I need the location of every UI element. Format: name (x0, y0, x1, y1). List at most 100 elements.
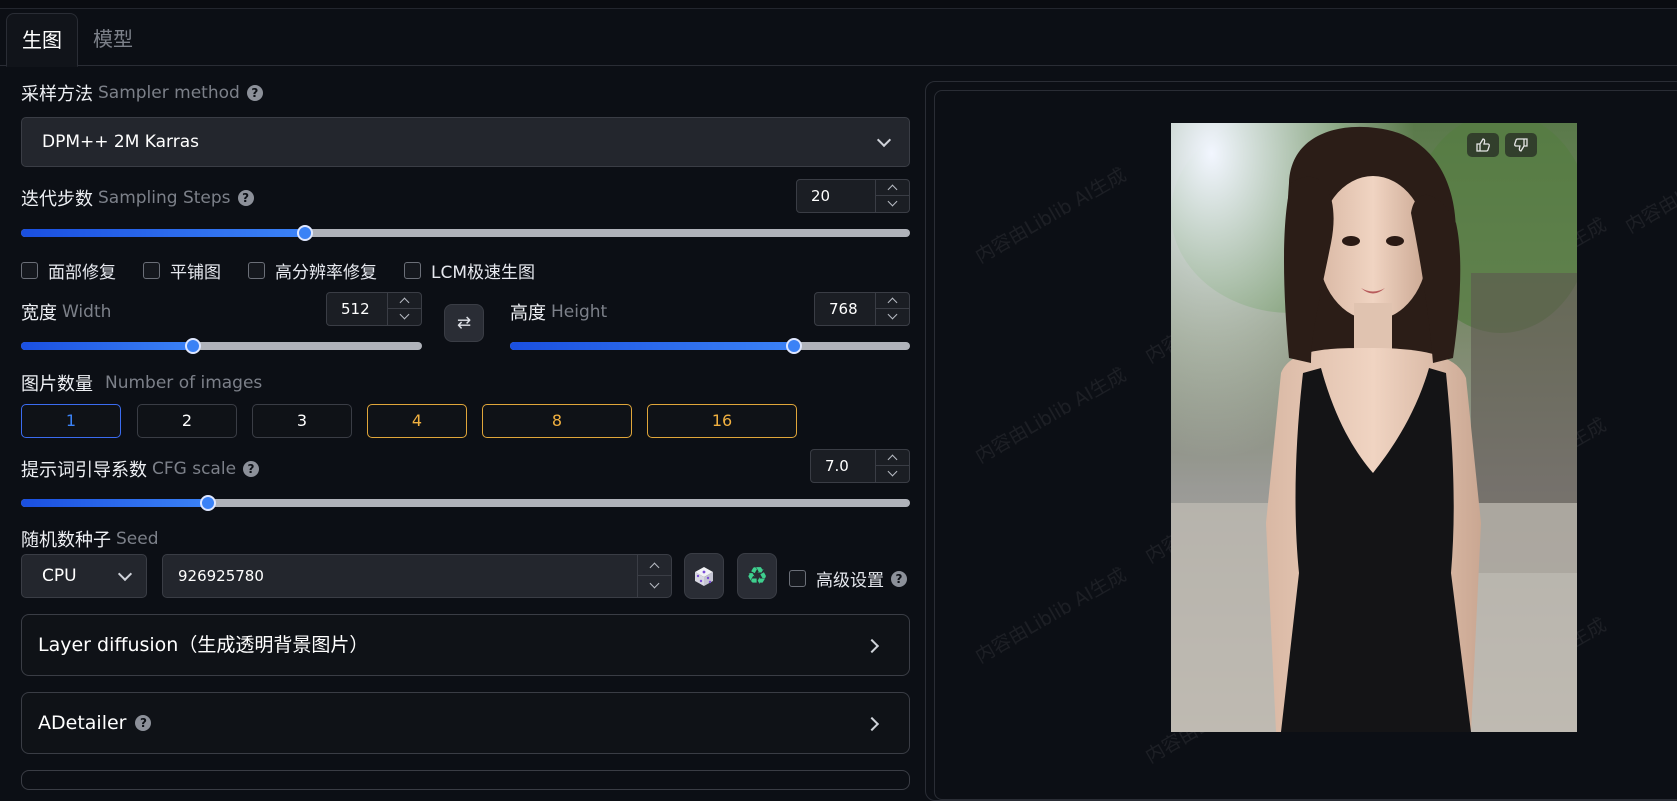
chevron-down-icon (887, 196, 898, 207)
device-value: CPU (42, 566, 77, 586)
decrement-button[interactable] (876, 309, 909, 325)
checkbox[interactable] (789, 570, 806, 587)
toggle-label: LCM极速生图 (431, 263, 536, 283)
slider-thumb[interactable] (786, 338, 802, 354)
decrement-button[interactable] (638, 576, 671, 597)
increment-button[interactable] (876, 293, 909, 309)
decrement-button[interactable] (388, 309, 421, 325)
slider-fill (510, 342, 794, 350)
top-bar (0, 0, 1677, 9)
tab-model[interactable]: 模型 (78, 13, 148, 66)
width-input[interactable]: 512 (326, 292, 422, 326)
tab-generate[interactable]: 生图 (6, 13, 78, 67)
help-icon[interactable]: ? (891, 570, 907, 587)
width-label-en: Width (62, 302, 112, 322)
like-button[interactable] (1467, 133, 1499, 157)
cfg-input[interactable]: 7.0 (810, 449, 910, 483)
steps-label: 迭代步数 Sampling Steps ? (21, 185, 254, 211)
steps-label-en: Sampling Steps (98, 188, 231, 208)
num-images-label-en: Number of images (105, 373, 263, 393)
watermark: 内容由Liblib AI生成 (1621, 134, 1677, 238)
height-input[interactable]: 768 (814, 292, 910, 326)
num-images-label: 图片数量 Number of images (21, 370, 262, 396)
thumbs-down-icon (1514, 138, 1528, 152)
random-seed-button[interactable] (684, 553, 724, 599)
seed-device-select[interactable]: CPU (21, 554, 147, 598)
steps-slider[interactable] (21, 225, 910, 241)
cfg-slider[interactable] (21, 495, 910, 511)
swap-arrows-icon: ⇄ (456, 313, 472, 333)
chevron-right-icon (864, 638, 880, 654)
options-row: 面部修复 平铺图 高分辨率修复 LCM极速生图 (21, 258, 562, 283)
chevron-down-icon (649, 578, 660, 589)
decrement-button[interactable] (876, 466, 909, 482)
toggle-label: 平铺图 (170, 263, 221, 283)
width-slider[interactable] (21, 338, 422, 354)
steps-stepper (875, 180, 909, 212)
seed-label: 随机数种子 Seed (21, 526, 159, 552)
generated-image[interactable] (1171, 123, 1577, 732)
swap-dimensions-button[interactable]: ⇄ (444, 304, 484, 342)
checkbox[interactable] (404, 262, 421, 279)
section-title: Layer diffusion（生成透明背景图片） (38, 634, 369, 656)
height-stepper (875, 293, 909, 325)
sampler-label-en: Sampler method (98, 83, 240, 103)
layer-diffusion-section[interactable]: Layer diffusion（生成透明背景图片） (21, 614, 910, 676)
sampler-value: DPM++ 2M Karras (42, 132, 200, 152)
advanced-settings-toggle[interactable]: 高级设置 ? (789, 566, 907, 591)
steps-input[interactable]: 20 (796, 179, 910, 213)
increment-button[interactable] (638, 555, 671, 576)
num-images-option[interactable]: 3 (252, 404, 352, 438)
seed-value: 926925780 (178, 567, 264, 585)
steps-label-zh: 迭代步数 (21, 189, 93, 210)
watermark: 内容由Liblib AI生成 (971, 363, 1131, 468)
num-images-option[interactable]: 1 (21, 404, 121, 438)
slider-thumb[interactable] (185, 338, 202, 354)
seed-stepper (637, 555, 671, 597)
section-title: ADetailer (38, 712, 127, 734)
increment-button[interactable] (876, 450, 909, 466)
checkbox[interactable] (143, 262, 160, 279)
face-restore-toggle[interactable]: 面部修复 (21, 258, 116, 283)
slider-thumb[interactable] (297, 225, 314, 241)
slider-fill (21, 499, 208, 507)
next-section-edge (21, 770, 910, 790)
num-images-option[interactable]: 8 (482, 404, 632, 438)
slider-fill (21, 342, 194, 350)
height-slider[interactable] (510, 338, 910, 354)
chevron-down-icon (887, 309, 898, 320)
checkbox[interactable] (21, 262, 38, 279)
sampler-select[interactable]: DPM++ 2M Karras (21, 117, 910, 167)
lcm-toggle[interactable]: LCM极速生图 (404, 258, 535, 283)
help-icon[interactable]: ? (135, 715, 152, 731)
toggle-label: 面部修复 (48, 263, 116, 283)
chevron-up-icon (399, 297, 410, 308)
num-images-option[interactable]: 16 (647, 404, 797, 438)
num-images-option[interactable]: 2 (137, 404, 237, 438)
help-icon[interactable]: ? (246, 85, 263, 101)
cfg-label-zh: 提示词引导系数 (21, 460, 147, 481)
checkbox[interactable] (248, 262, 265, 279)
tiling-toggle[interactable]: 平铺图 (143, 258, 221, 283)
num-images-option[interactable]: 4 (367, 404, 467, 438)
slider-thumb[interactable] (199, 495, 216, 511)
cfg-value: 7.0 (825, 457, 849, 475)
seed-label-zh: 随机数种子 (21, 530, 111, 551)
tab-bar: 生图 模型 (0, 13, 1677, 67)
chevron-down-icon (887, 466, 898, 477)
width-stepper (387, 293, 421, 325)
height-label: 高度 Height (510, 299, 607, 325)
dislike-button[interactable] (1505, 133, 1537, 157)
increment-button[interactable] (388, 293, 421, 309)
seed-input[interactable]: 926925780 (162, 554, 672, 598)
hires-fix-toggle[interactable]: 高分辨率修复 (248, 258, 377, 283)
sampler-label: 采样方法 Sampler method ? (21, 80, 263, 106)
help-icon[interactable]: ? (243, 461, 260, 477)
chevron-up-icon (887, 297, 898, 308)
increment-button[interactable] (876, 180, 909, 196)
width-label: 宽度 Width (21, 299, 111, 325)
reuse-seed-button[interactable]: ♻ (737, 553, 777, 599)
help-icon[interactable]: ? (237, 190, 254, 206)
adetailer-section[interactable]: ADetailer ? (21, 692, 910, 754)
decrement-button[interactable] (876, 196, 909, 212)
